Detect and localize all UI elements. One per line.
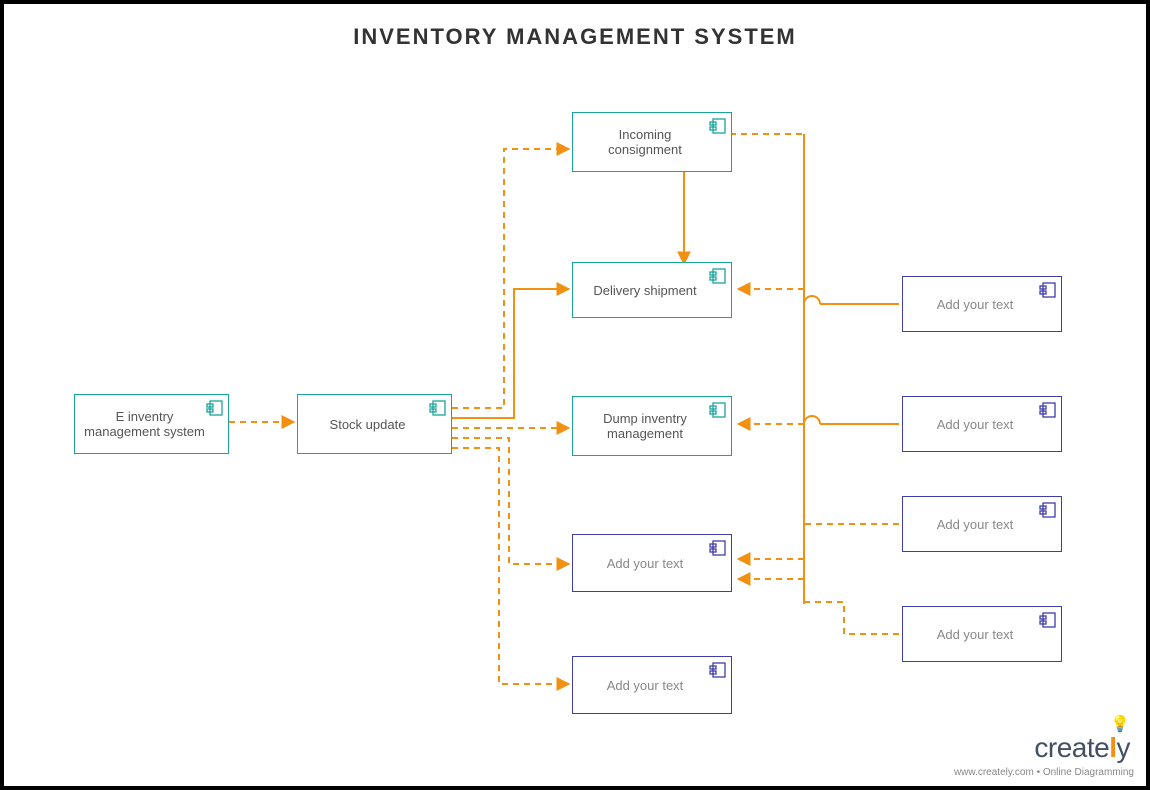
component-right-4[interactable]: Add your text — [902, 606, 1062, 662]
component-icon — [709, 401, 727, 419]
component-placeholder-2[interactable]: Add your text — [572, 656, 732, 714]
component-label: Add your text — [937, 627, 1014, 642]
component-placeholder-1[interactable]: Add your text — [572, 534, 732, 592]
component-icon — [709, 661, 727, 679]
logo-suffix: y — [1117, 732, 1131, 763]
component-label: Delivery shipment — [593, 283, 696, 298]
logo-prefix: create — [1034, 732, 1109, 763]
component-icon — [709, 117, 727, 135]
component-incoming-consignment[interactable]: Incoming consignment — [572, 112, 732, 172]
component-label: Incoming consignment — [581, 127, 709, 157]
component-delivery-shipment[interactable]: Delivery shipment — [572, 262, 732, 318]
component-right-3[interactable]: Add your text — [902, 496, 1062, 552]
component-label: Dump inventry management — [581, 411, 709, 441]
footer-subline: www.creately.com • Online Diagramming — [954, 767, 1134, 778]
component-icon — [1039, 281, 1057, 299]
component-icon — [709, 267, 727, 285]
logo-accent: l — [1109, 732, 1116, 763]
component-stock-update[interactable]: Stock update — [297, 394, 452, 454]
component-icon — [1039, 501, 1057, 519]
component-label: Add your text — [937, 297, 1014, 312]
component-label: E inventry management system — [83, 409, 206, 439]
component-label: Add your text — [607, 678, 684, 693]
component-icon — [709, 539, 727, 557]
component-e-inventry-management[interactable]: E inventry management system — [74, 394, 229, 454]
component-right-1[interactable]: Add your text — [902, 276, 1062, 332]
component-label: Add your text — [937, 517, 1014, 532]
component-icon — [1039, 611, 1057, 629]
component-right-2[interactable]: Add your text — [902, 396, 1062, 452]
creately-logo: creately — [1034, 732, 1130, 764]
bulb-icon: 💡 — [1110, 714, 1130, 734]
diagram-frame: INVENTORY MANAGEMENT SYSTEM — [0, 0, 1150, 790]
component-label: Add your text — [607, 556, 684, 571]
component-label: Stock update — [330, 417, 406, 432]
component-icon — [1039, 401, 1057, 419]
component-icon — [429, 399, 447, 417]
diagram-title: INVENTORY MANAGEMENT SYSTEM — [4, 24, 1146, 50]
component-label: Add your text — [937, 417, 1014, 432]
component-dump-inventry-management[interactable]: Dump inventry management — [572, 396, 732, 456]
component-icon — [206, 399, 224, 417]
